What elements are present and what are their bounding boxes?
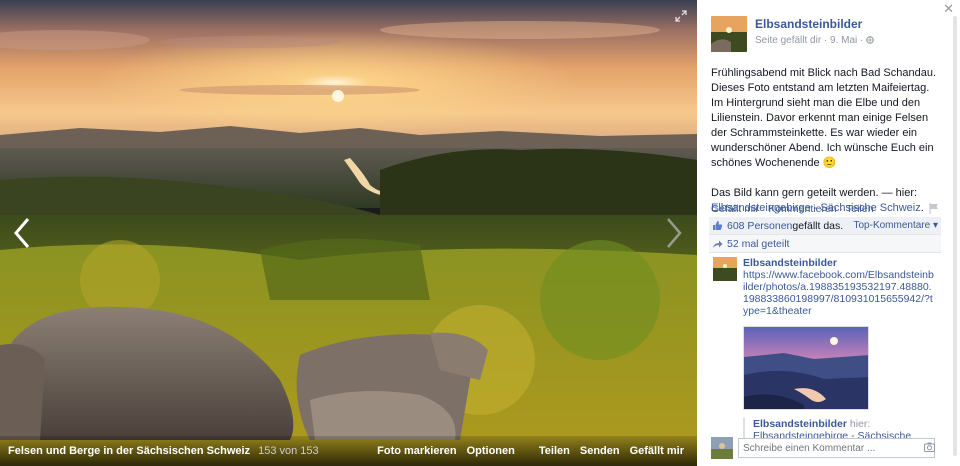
post-paragraph-1: Frühlingsabend mit Blick nach Bad Schand… [711, 66, 943, 171]
like-button[interactable]: Gefällt mir [625, 445, 689, 457]
share-arrow-icon [713, 240, 723, 248]
globe-icon [866, 36, 874, 44]
post-like-link[interactable]: Gefällt mir [711, 203, 759, 215]
comment-url-link[interactable]: https://www.facebook.com/Elbsandsteinbil… [743, 269, 935, 317]
post-meta: Seite gefällt dir · 9. Mai · [755, 35, 874, 46]
comment-author-link[interactable]: Elbsandsteinbilder [743, 257, 935, 269]
comment-photo-thumbnail[interactable] [743, 326, 869, 410]
comment-avatar[interactable] [713, 257, 737, 281]
comment-input[interactable] [738, 438, 935, 458]
landscape-photo [0, 0, 697, 466]
top-comments-dropdown[interactable]: Top-Kommentare ▾ [854, 220, 939, 231]
post-actions: Gefällt mir · Kommentieren · Teilen [711, 203, 939, 215]
flag-icon[interactable] [929, 203, 939, 214]
post-meta-text: Seite gefällt dir · 9. Mai · [755, 35, 864, 46]
post-share-link[interactable]: Teilen [846, 203, 873, 215]
separator [520, 445, 534, 457]
chevron-right-icon[interactable] [662, 215, 686, 251]
tag-photo-button[interactable]: Foto markieren [372, 445, 461, 457]
user-avatar [711, 437, 733, 459]
post-header: Elbsandsteinbilder Seite gefällt dir · 9… [711, 16, 874, 52]
likes-count-link[interactable]: 608 Personen [727, 220, 792, 232]
post-comment-link[interactable]: Kommentieren [768, 203, 836, 215]
post-text-main: Frühlingsabend mit Blick nach Bad Schand… [711, 67, 937, 169]
scrollbar[interactable] [953, 16, 957, 456]
likes-row: 608 Personen gefällt das. Top-Kommentare… [709, 217, 941, 235]
comment-item: Elbsandsteinbilder https://www.facebook.… [713, 257, 941, 454]
feedback-box: 608 Personen gefällt das. Top-Kommentare… [709, 217, 941, 253]
expand-icon[interactable] [675, 10, 687, 22]
send-button[interactable]: Senden [575, 445, 625, 457]
camera-icon[interactable] [924, 442, 935, 452]
photo-actions: Foto markieren Optionen Teilen Senden Ge… [372, 445, 689, 457]
page-name-link[interactable]: Elbsandsteinbilder [755, 17, 874, 31]
shares-row: 52 mal geteilt [709, 235, 941, 253]
post-sidebar: ✕ Elbsandsteinbilder Seite gefällt dir ·… [697, 0, 960, 466]
action-separator: · [761, 203, 766, 215]
photo-counter: 153 von 153 [258, 445, 319, 457]
chevron-left-icon[interactable] [10, 215, 34, 251]
smiley-icon: 🙂 [822, 157, 837, 169]
shared-author-link[interactable]: Elbsandsteinbilder [753, 418, 847, 430]
photo-info-bar: Felsen und Berge in der Sächsischen Schw… [0, 436, 697, 466]
photo-viewer[interactable]: Felsen und Berge in der Sächsischen Schw… [0, 0, 697, 466]
thumbs-up-icon [713, 221, 723, 230]
photo-caption: Felsen und Berge in der Sächsischen Schw… [8, 445, 251, 457]
share-button[interactable]: Teilen [534, 445, 575, 457]
page-avatar[interactable] [711, 16, 747, 52]
likes-suffix: gefällt das. [792, 219, 844, 232]
options-button[interactable]: Optionen [462, 445, 520, 457]
comment-composer [711, 437, 943, 459]
close-icon[interactable]: ✕ [943, 2, 954, 15]
shares-count-link[interactable]: 52 mal geteilt [727, 238, 789, 250]
action-separator: · [839, 203, 844, 215]
shared-text: hier: [846, 418, 871, 430]
post-share-note: Das Bild kann gern geteilt werden. — hie… [711, 187, 918, 199]
